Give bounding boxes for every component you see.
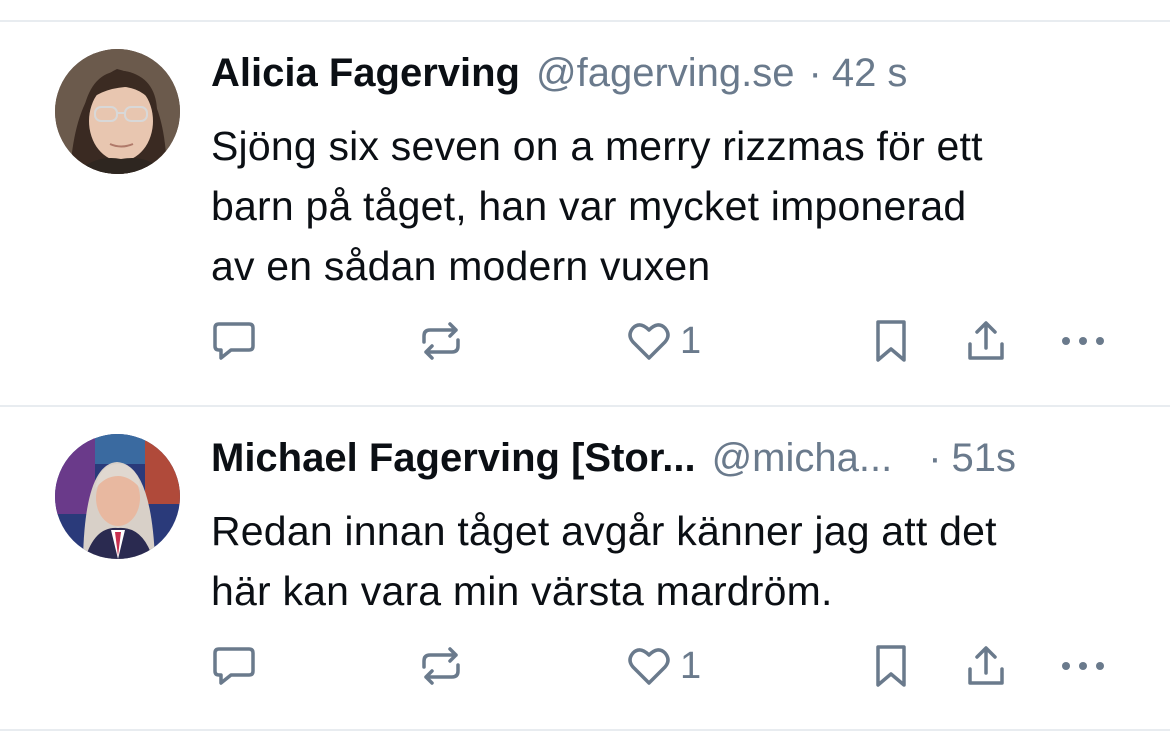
post-item[interactable]: Alicia Fagerving @fagerving.se · 42 s Sj…	[0, 22, 1170, 406]
author-handle[interactable]: @fagerving.se	[536, 46, 795, 100]
post-header: Alicia Fagerving @fagerving.se · 42 s	[211, 46, 1130, 100]
speech-bubble-icon	[213, 322, 255, 360]
author-name[interactable]: Michael Fagerving [Stor...	[211, 431, 696, 485]
post-time[interactable]: 51s	[952, 431, 1017, 485]
repost-arrows-icon	[422, 647, 460, 685]
post-item[interactable]: Michael Fagerving [Stor... @micha... · 5…	[0, 407, 1170, 727]
repost-button[interactable]	[418, 641, 464, 691]
more-button[interactable]	[1058, 641, 1108, 691]
post-text-line: barn på tåget, han var mycket imponerad	[211, 183, 967, 229]
separator-dot: ·	[928, 436, 942, 480]
post-text-line: av en sådan modern vuxen	[211, 243, 711, 289]
post-text: Sjöng six seven on a merry rizzmas för e…	[211, 116, 1131, 296]
post-text-line: här kan vara min värsta mardröm.	[211, 568, 833, 614]
share-button[interactable]	[963, 641, 1009, 691]
like-count: 1	[680, 645, 702, 687]
post-text-line: Sjöng six seven on a merry rizzmas för e…	[211, 123, 983, 169]
more-button[interactable]	[1058, 316, 1108, 366]
repost-arrows-icon	[422, 322, 460, 360]
avatar[interactable]	[55, 49, 180, 174]
post-header: Michael Fagerving [Stor... @micha... · 5…	[211, 431, 1130, 485]
share-button[interactable]	[963, 316, 1009, 366]
like-button[interactable]: 1	[626, 316, 701, 366]
author-handle[interactable]: @micha...	[712, 431, 893, 485]
share-upload-icon	[968, 646, 1004, 685]
avatar[interactable]	[55, 434, 180, 559]
repost-button[interactable]	[418, 316, 464, 366]
like-count: 1	[680, 320, 702, 362]
share-upload-icon	[968, 321, 1004, 360]
heart-icon	[628, 323, 670, 360]
bookmark-button[interactable]	[870, 641, 912, 691]
author-name[interactable]: Alicia Fagerving	[211, 46, 520, 100]
post-text-line: Redan innan tåget avgår känner jag att d…	[211, 508, 997, 554]
like-button[interactable]: 1	[626, 641, 701, 691]
more-dots-icon	[1062, 662, 1104, 670]
bottom-divider	[0, 729, 1170, 731]
heart-icon	[628, 648, 670, 685]
bookmark-icon	[876, 645, 906, 687]
bookmark-icon	[876, 320, 906, 362]
post-text: Redan innan tåget avgår känner jag att d…	[211, 501, 1131, 621]
post-time[interactable]: 42 s	[832, 46, 908, 100]
separator-dot: ·	[808, 51, 822, 95]
speech-bubble-icon	[213, 647, 255, 685]
bookmark-button[interactable]	[870, 316, 912, 366]
reply-button[interactable]	[211, 641, 257, 691]
more-dots-icon	[1062, 337, 1104, 345]
reply-button[interactable]	[211, 316, 257, 366]
